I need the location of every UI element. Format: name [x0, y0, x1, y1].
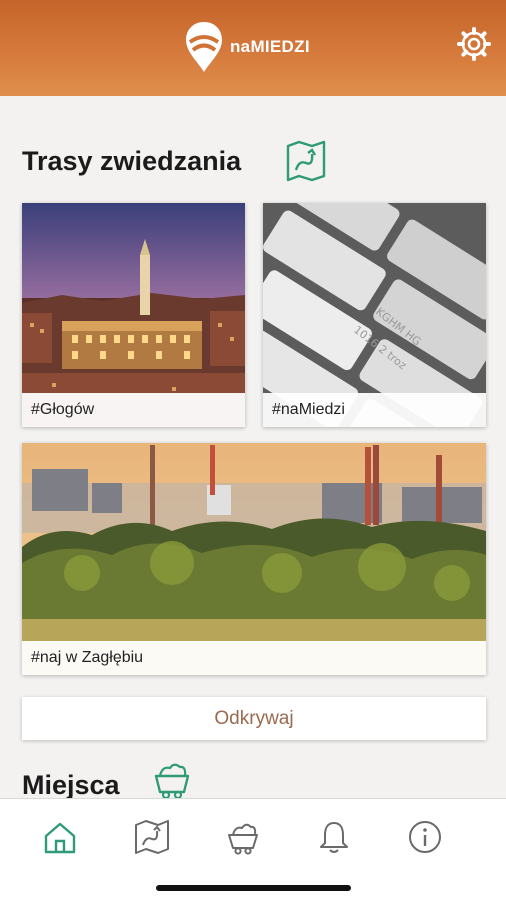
- app-name: naMIEDZI: [230, 37, 310, 56]
- map-pin-logo-icon: [186, 22, 222, 72]
- mine-cart-icon[interactable]: [225, 819, 261, 855]
- bell-icon[interactable]: [316, 819, 352, 855]
- bottom-tab-bar: [0, 798, 506, 900]
- main-content[interactable]: Trasy zwiedzania #Głogów KGHM HG 1016 2 …: [0, 96, 506, 798]
- map-route-icon: [286, 140, 326, 182]
- places-title: Miejsca: [22, 770, 120, 798]
- mine-cart-icon: [154, 763, 190, 798]
- route-card-glogow[interactable]: #Głogów: [22, 203, 245, 427]
- route-card-label: #naj w Zagłębiu: [22, 641, 486, 675]
- app-header: naMIEDZI: [0, 0, 506, 96]
- route-card-zaglebie[interactable]: #naj w Zagłębiu: [22, 443, 486, 675]
- route-card-namiedzi[interactable]: KGHM HG 1016 2 troz #naMiedzi: [263, 203, 486, 427]
- routes-title: Trasy zwiedzania: [22, 146, 242, 176]
- home-indicator: [156, 885, 351, 891]
- route-card-label: #naMiedzi: [263, 393, 486, 427]
- map-route-icon[interactable]: [134, 819, 170, 855]
- app-brand: naMIEDZI: [184, 20, 310, 74]
- route-card-label: #Głogów: [22, 393, 245, 427]
- discover-button[interactable]: Odkrywaj: [22, 697, 486, 740]
- home-icon[interactable]: [42, 819, 78, 855]
- gear-icon[interactable]: [456, 26, 492, 62]
- info-icon[interactable]: [407, 819, 443, 855]
